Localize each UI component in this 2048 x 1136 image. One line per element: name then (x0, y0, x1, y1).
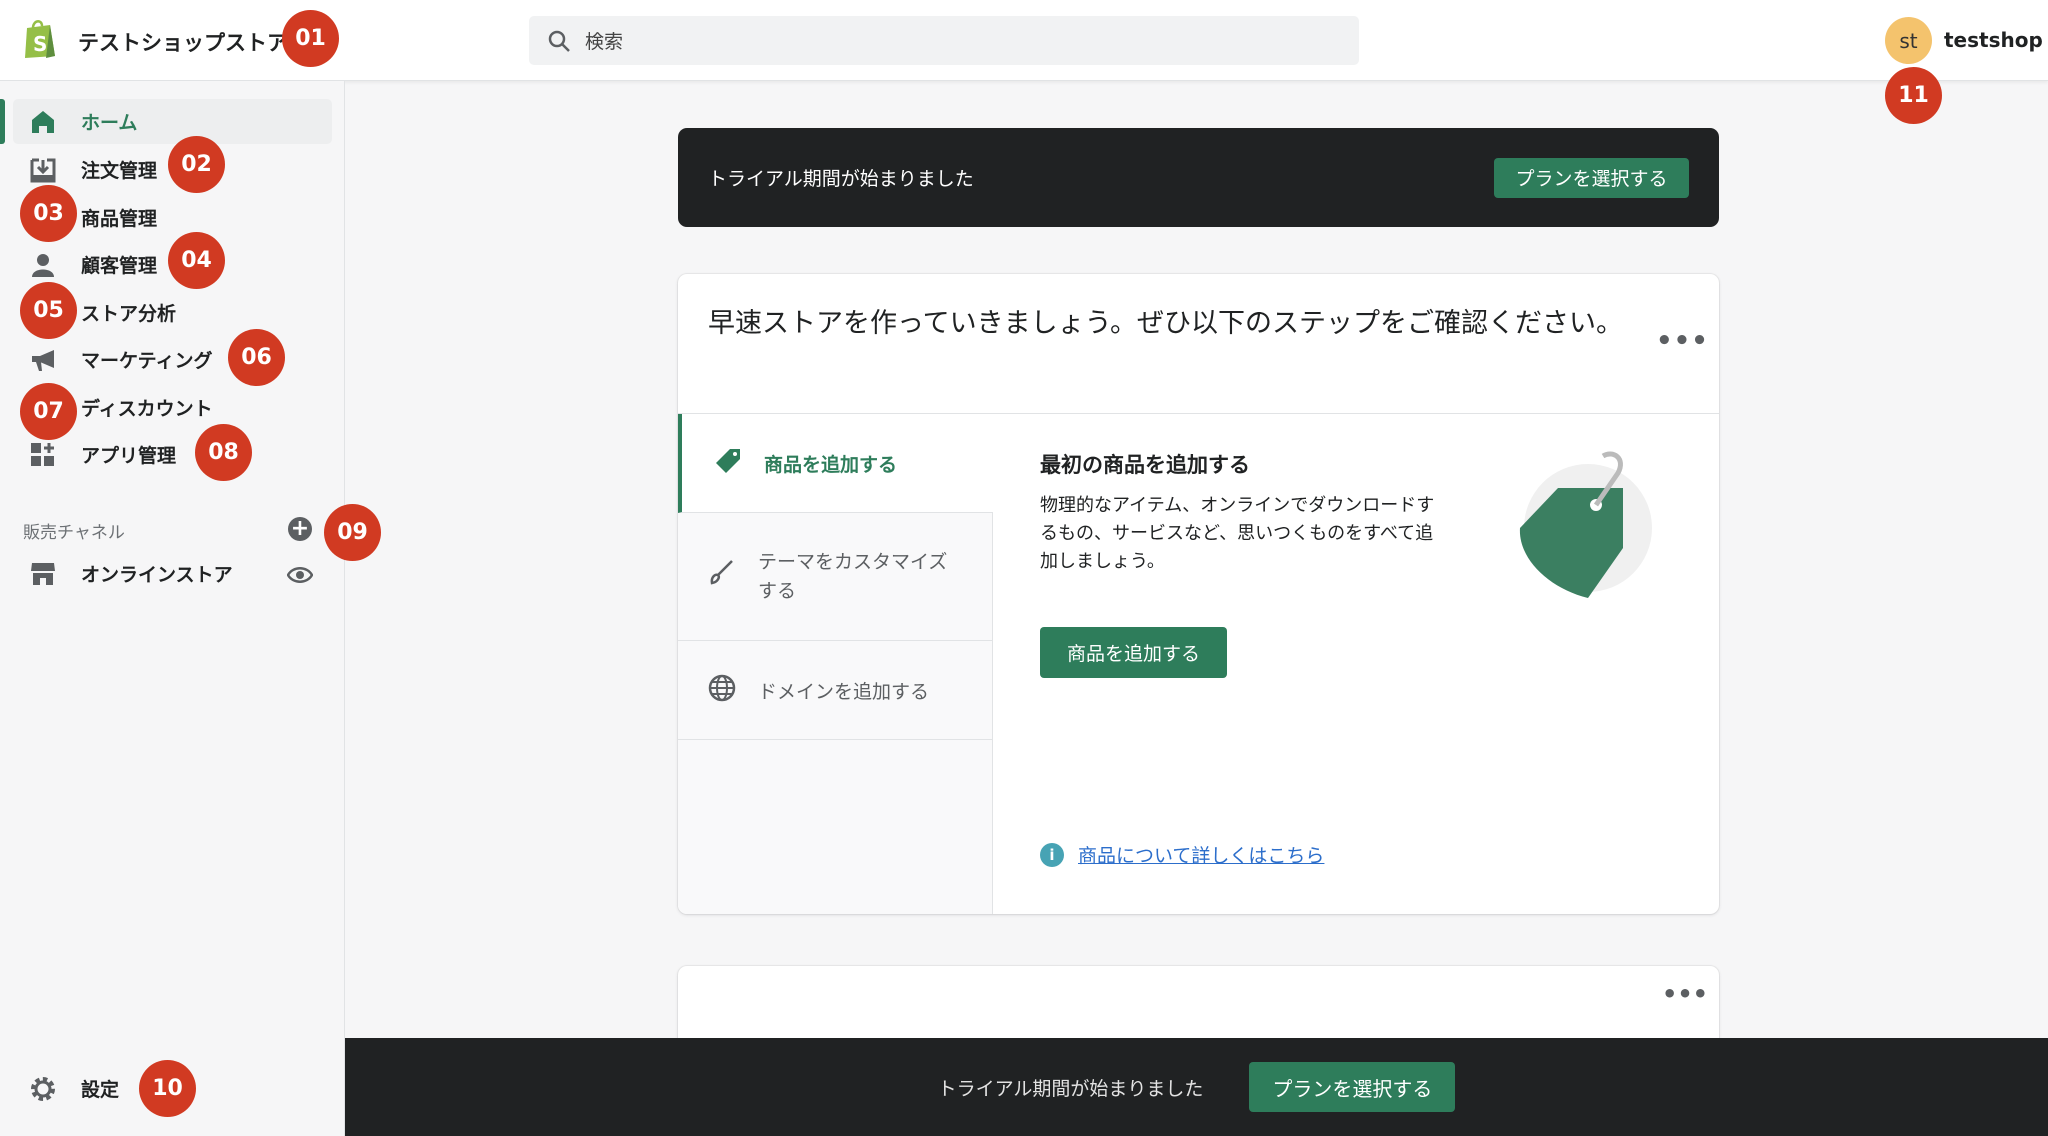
sales-channels-heading: 販売チャネル (23, 523, 125, 543)
sidebar-item-label: マーケティング (81, 350, 213, 372)
tab-label: ドメインを追加する (758, 680, 930, 703)
search-placeholder: 検索 (585, 31, 624, 53)
store-icon (29, 560, 57, 588)
tab-customize-theme[interactable]: テーマをカスタマイズする (678, 513, 993, 641)
sidebar-item-label: 商品管理 (81, 208, 158, 230)
tab-add-domain[interactable]: ドメインを追加する (678, 641, 993, 740)
tab-label: テーマをカスタマイズする (758, 550, 948, 602)
trial-bottom-bar: トライアル期間が始まりました プランを選択する (345, 1038, 2048, 1136)
sidebar-item-label: 顧客管理 (81, 255, 158, 277)
bottom-select-plan-button[interactable]: プランを選択する (1249, 1062, 1456, 1112)
annotation-badge: 07 (20, 383, 77, 440)
content-title: 最初の商品を追加する (1040, 453, 1250, 477)
gear-icon (29, 1075, 57, 1103)
sidebar-item-apps[interactable]: アプリ管理 (13, 432, 332, 477)
annotation-badge: 08 (195, 424, 252, 481)
sidebar-item-label: 設定 (81, 1079, 120, 1101)
customer-icon (29, 251, 57, 279)
learn-more-link-row: i 商品について詳しくはこちら (1040, 841, 1324, 868)
info-icon: i (1040, 842, 1064, 867)
more-options-icon[interactable]: ••• (1662, 980, 1708, 1008)
svg-text:S: S (33, 32, 47, 56)
apps-icon (29, 441, 57, 469)
megaphone-icon (29, 346, 57, 374)
store-name[interactable]: テストショップストア (78, 27, 288, 57)
annotation-badge: 09 (324, 504, 381, 561)
sidebar-item-label: 注文管理 (81, 160, 158, 182)
search-icon (548, 30, 570, 52)
orders-icon (29, 156, 57, 184)
sidebar-item-online-store[interactable]: オンラインストア (13, 551, 332, 596)
annotation-badge: 05 (20, 282, 77, 339)
eye-icon[interactable] (286, 566, 314, 588)
globe-icon (708, 674, 736, 707)
learn-more-link[interactable]: 商品について詳しくはこちら (1078, 841, 1324, 868)
search-input[interactable]: 検索 (529, 16, 1359, 65)
setup-guide-title: 早速ストアを作っていきましょう。ぜひ以下のステップをご確認ください。 (708, 308, 1624, 339)
add-product-button[interactable]: 商品を追加する (1040, 627, 1227, 678)
sidebar-item-label: アプリ管理 (81, 445, 177, 467)
add-channel-plus-icon[interactable]: + (288, 517, 312, 541)
username[interactable]: testshop (1944, 28, 2043, 52)
tag-icon (714, 447, 742, 480)
shopify-logo-icon[interactable]: S (22, 18, 58, 64)
product-tag-illustration (1518, 448, 1658, 602)
sidebar-item-home[interactable]: ホーム (13, 99, 332, 144)
bottom-bar-text: トライアル期間が始まりました (937, 1077, 1204, 1100)
select-plan-button[interactable]: プランを選択する (1494, 157, 1689, 198)
sidebar-item-label: ディスカウント (81, 398, 213, 420)
avatar[interactable]: st (1885, 17, 1932, 64)
annotation-badge: 04 (168, 232, 225, 289)
annotation-badge: 06 (228, 329, 285, 386)
sidebar-item-label: ストア分析 (81, 303, 177, 325)
active-indicator (0, 99, 5, 144)
trial-banner: トライアル期間が始まりました プランを選択する (678, 128, 1719, 227)
trial-banner-text: トライアル期間が始まりました (708, 168, 974, 190)
content-description: 物理的なアイテム、オンラインでダウンロードするもの、サービスなど、思いつくものを… (1040, 495, 1435, 572)
annotation-badge: 11 (1885, 67, 1942, 124)
sidebar-item-label: ホーム (81, 112, 138, 134)
annotation-badge: 02 (168, 136, 225, 193)
annotation-badge: 03 (20, 185, 77, 242)
annotation-badge: 10 (139, 1060, 196, 1117)
annotation-badge: 01 (282, 10, 339, 67)
paintbrush-icon (708, 558, 736, 595)
setup-guide-card: 早速ストアを作っていきましょう。ぜひ以下のステップをご確認ください。 ••• 商… (678, 274, 1719, 914)
more-options-icon[interactable]: ••• (1656, 326, 1709, 356)
home-icon (29, 108, 57, 136)
sidebar-item-label: オンラインストア (81, 564, 233, 586)
tab-label: 商品を追加する (764, 453, 898, 476)
tab-add-product[interactable]: 商品を追加する (678, 414, 993, 513)
